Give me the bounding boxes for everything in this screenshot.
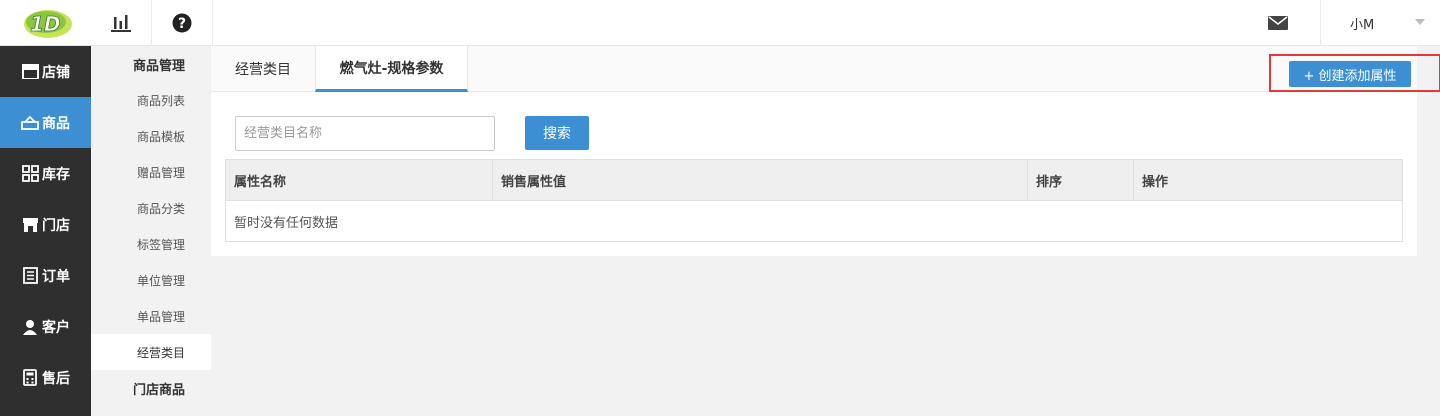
- user-name: 小M: [1350, 17, 1375, 33]
- subnav-item-units[interactable]: 单位管理: [91, 262, 211, 298]
- nav-item-customers[interactable]: 客户: [0, 301, 91, 352]
- tab-business-category[interactable]: 经营类目: [211, 46, 315, 92]
- column-header-attribute-name: 属性名称: [226, 160, 493, 200]
- search-button[interactable]: 搜索: [525, 116, 589, 150]
- subnav-item-business-category[interactable]: 经营类目: [91, 334, 211, 370]
- nav-item-store[interactable]: 店铺: [0, 46, 91, 97]
- nav-label: 售后: [42, 370, 70, 387]
- stats-button[interactable]: [91, 0, 152, 46]
- grid-icon: [21, 165, 39, 183]
- svg-text:1D: 1D: [30, 12, 61, 36]
- create-attribute-button[interactable]: + 创建添加属性: [1289, 61, 1411, 87]
- subnav-item-gift[interactable]: 赠品管理: [91, 154, 211, 190]
- subnav-heading-store-goods[interactable]: 门店商品: [91, 370, 211, 406]
- table-header: 属性名称 销售属性值 排序 操作: [226, 160, 1402, 201]
- caret-down-icon: [1415, 19, 1425, 25]
- nav-label: 店铺: [42, 64, 70, 81]
- calculator-icon: [21, 369, 39, 387]
- logo-icon: 1D: [23, 10, 72, 38]
- column-header-sale-values: 销售属性值: [493, 160, 1028, 200]
- column-header-actions: 操作: [1142, 174, 1169, 190]
- search-input[interactable]: [235, 116, 495, 151]
- nav-item-orders[interactable]: 订单: [0, 250, 91, 301]
- highlight-box: + 创建添加属性: [1269, 54, 1440, 92]
- subnav-item-tags[interactable]: 标签管理: [91, 226, 211, 262]
- svg-text:?: ?: [178, 16, 186, 32]
- bar-chart-icon: [111, 15, 131, 32]
- user-icon: [21, 318, 39, 336]
- nav-label: 订单: [42, 268, 70, 285]
- goods-icon: [21, 114, 39, 132]
- order-icon: [21, 267, 39, 285]
- nav-item-aftersale[interactable]: 售后: [0, 352, 91, 403]
- tab-gas-stove-spec[interactable]: 燃气灶-规格参数: [315, 46, 468, 92]
- empty-state-text: 暂时没有任何数据: [226, 201, 1402, 241]
- nav-label: 商品: [42, 115, 70, 132]
- nav-label: 门店: [42, 217, 70, 234]
- shop-icon: [21, 216, 39, 234]
- top-bar: 1D ? 小M: [0, 0, 1440, 46]
- tab-bar: 经营类目 燃气灶-规格参数: [211, 46, 1417, 92]
- user-menu[interactable]: 小M: [1340, 0, 1440, 46]
- sub-nav: 商品管理 商品列表 商品模板 赠品管理 商品分类 标签管理 单位管理 单品管理 …: [91, 46, 211, 416]
- nav-label: 库存: [42, 166, 70, 183]
- app-logo[interactable]: 1D: [0, 0, 91, 46]
- nav-item-goods[interactable]: 商品: [0, 97, 91, 148]
- nav-label: 客户: [42, 319, 70, 336]
- main-nav: 店铺 商品 库存 门店 订单 客户 售后: [0, 46, 91, 416]
- nav-item-inventory[interactable]: 库存: [0, 148, 91, 199]
- main-content: 经营类目 燃气灶-规格参数 搜索 属性名称 销售属性值 排序 操作 暂时没有任何…: [211, 46, 1417, 256]
- question-circle-icon: ?: [172, 13, 192, 33]
- subnav-item-sku[interactable]: 单品管理: [91, 298, 211, 334]
- nav-item-shop[interactable]: 门店: [0, 199, 91, 250]
- subnav-item-goods-template[interactable]: 商品模板: [91, 118, 211, 154]
- column-header-sort: 排序: [1028, 160, 1134, 200]
- mail-button[interactable]: [1258, 0, 1298, 46]
- user-separator: [1320, 0, 1321, 46]
- store-icon: [21, 63, 39, 81]
- attribute-table: 属性名称 销售属性值 排序 操作 暂时没有任何数据: [225, 159, 1403, 242]
- help-button[interactable]: ?: [152, 0, 213, 46]
- envelope-icon: [1268, 16, 1288, 30]
- subnav-item-goods-list[interactable]: 商品列表: [91, 82, 211, 118]
- subnav-item-category[interactable]: 商品分类: [91, 190, 211, 226]
- subnav-heading-goods: 商品管理: [133, 58, 186, 74]
